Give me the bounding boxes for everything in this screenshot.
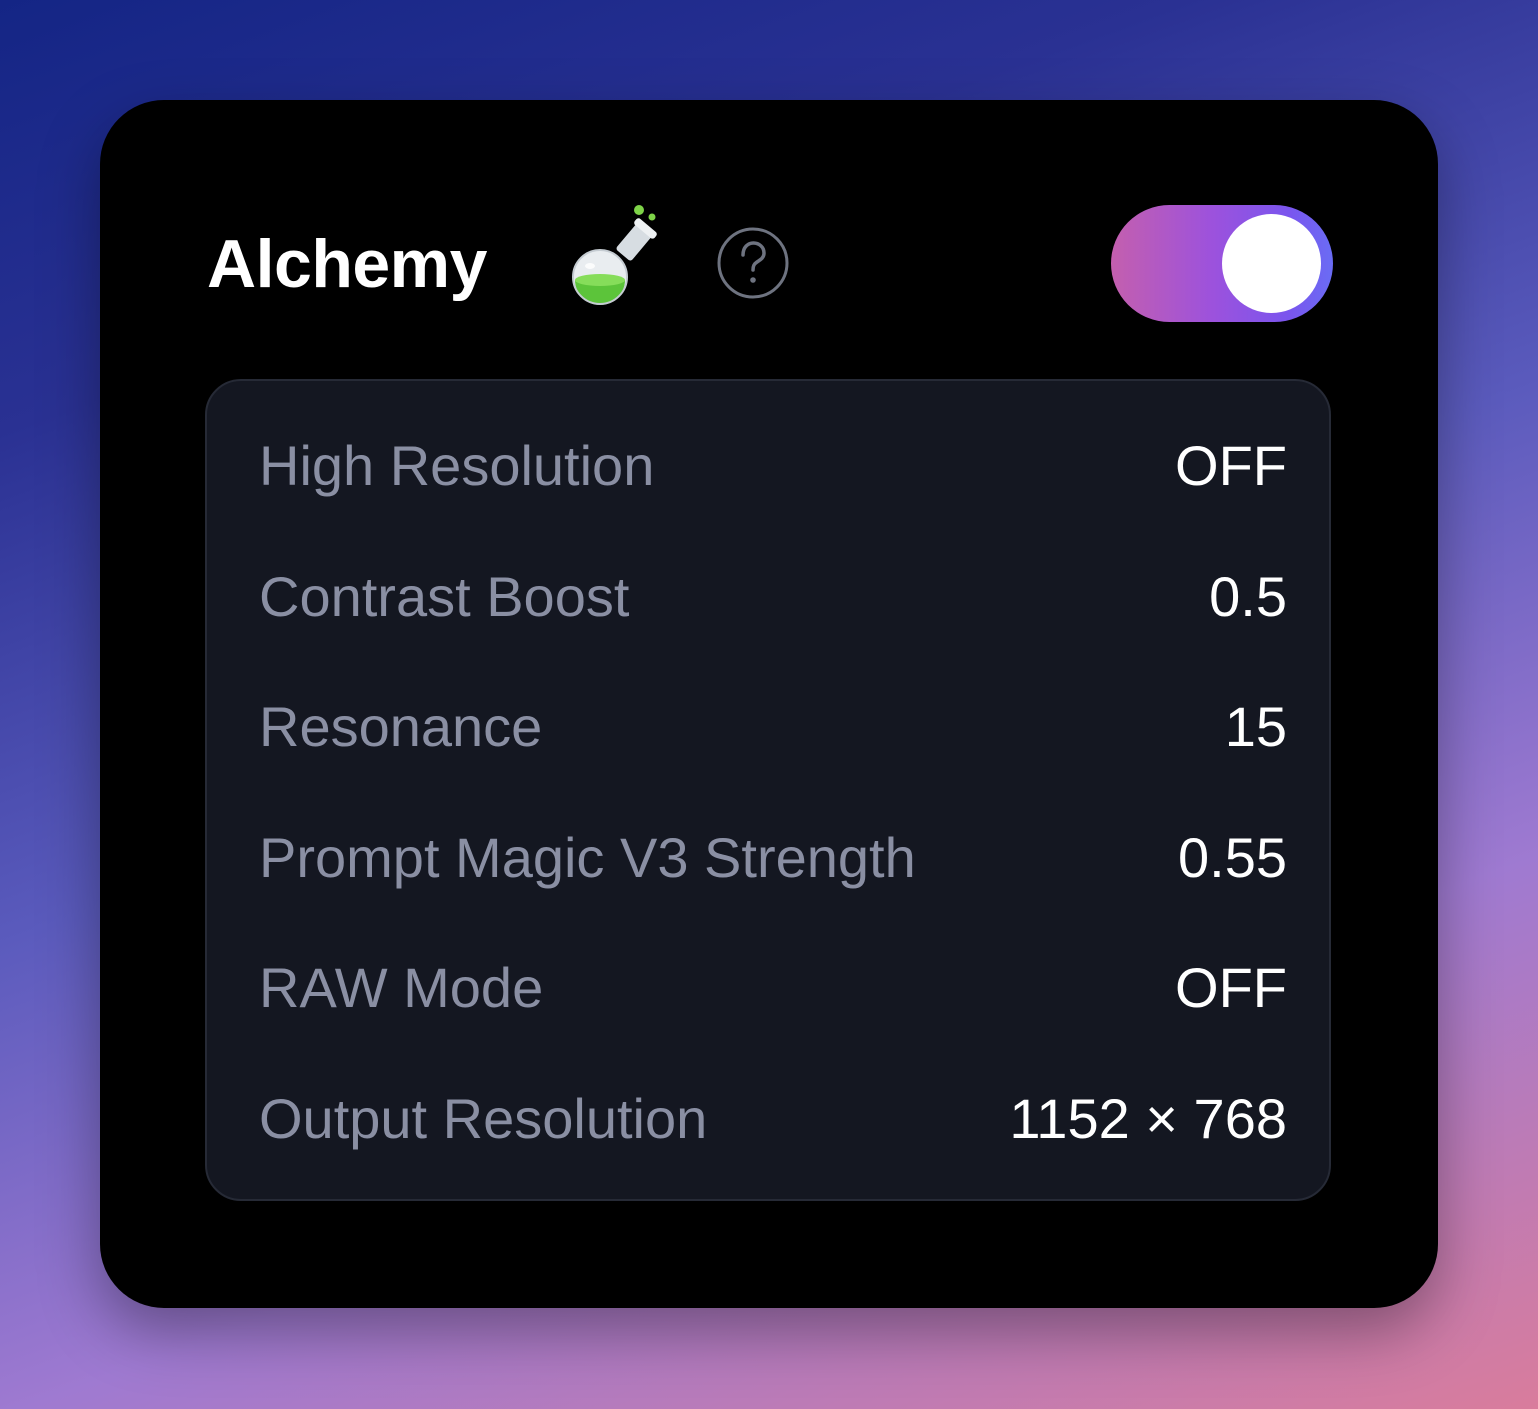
- alchemy-toggle[interactable]: [1111, 205, 1333, 322]
- setting-value: 0.5: [1209, 564, 1287, 628]
- setting-row-high-resolution: High Resolution OFF: [259, 430, 1287, 500]
- setting-row-raw-mode: RAW Mode OFF: [259, 952, 1287, 1022]
- flask-icon: [568, 200, 664, 310]
- setting-label: RAW Mode: [259, 955, 544, 1019]
- setting-label: Prompt Magic V3 Strength: [259, 825, 916, 889]
- alchemy-card: Alchemy High Resolution OFF Contrast Boo…: [100, 100, 1438, 1308]
- setting-value: OFF: [1175, 955, 1287, 1019]
- setting-row-output-resolution: Output Resolution 1152 × 768: [259, 1083, 1287, 1153]
- setting-label: Contrast Boost: [259, 564, 630, 628]
- setting-value: 0.55: [1178, 825, 1287, 889]
- setting-row-prompt-magic-strength: Prompt Magic V3 Strength 0.55: [259, 822, 1287, 892]
- setting-row-contrast-boost: Contrast Boost 0.5: [259, 561, 1287, 631]
- setting-value: OFF: [1175, 433, 1287, 497]
- setting-row-resonance: Resonance 15: [259, 691, 1287, 761]
- setting-label: High Resolution: [259, 433, 655, 497]
- panel-title: Alchemy: [207, 226, 487, 302]
- setting-label: Output Resolution: [259, 1086, 708, 1150]
- setting-value: 15: [1224, 694, 1287, 758]
- settings-list: High Resolution OFF Contrast Boost 0.5 R…: [205, 379, 1331, 1201]
- question-circle-icon[interactable]: [717, 227, 789, 299]
- setting-label: Resonance: [259, 694, 543, 758]
- setting-value: 1152 × 768: [1009, 1086, 1287, 1150]
- toggle-knob[interactable]: [1222, 214, 1321, 313]
